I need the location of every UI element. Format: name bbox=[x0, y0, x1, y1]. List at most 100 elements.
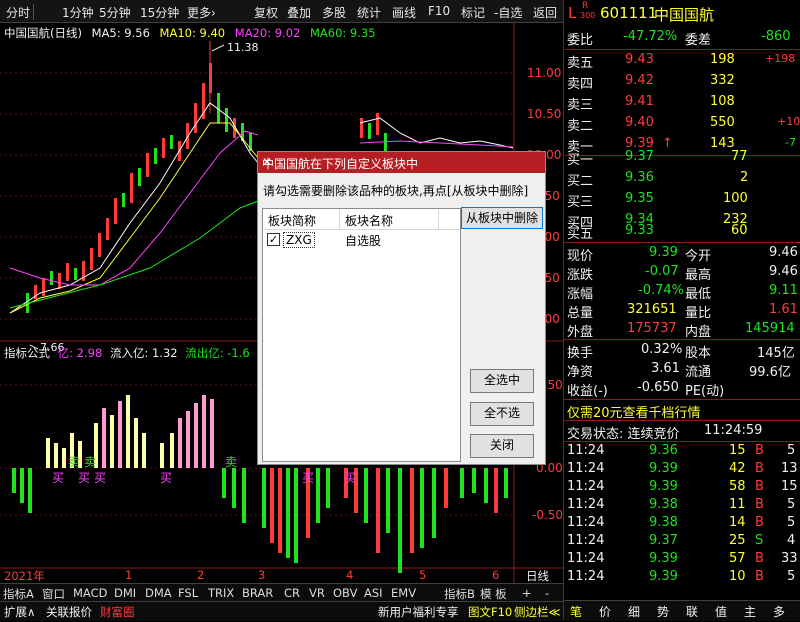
tab-trix[interactable]: TRIX bbox=[208, 586, 234, 600]
indicator-name[interactable]: 指标公式 bbox=[4, 346, 50, 360]
new-user-promo[interactable]: 新用户福利专享 bbox=[378, 604, 459, 622]
toolbar-mark[interactable]: 标记 bbox=[461, 4, 485, 21]
tab-asi[interactable]: ASI bbox=[364, 586, 383, 600]
sell-signal: 卖 bbox=[68, 455, 81, 469]
tab-multi[interactable]: 多 bbox=[773, 603, 785, 620]
ma10-value: MA10: 9.40 bbox=[159, 26, 226, 40]
tab-dma[interactable]: DMA bbox=[145, 586, 172, 600]
tick-direction: B bbox=[755, 497, 764, 512]
toolbar-f10[interactable]: F10 bbox=[428, 4, 450, 18]
sector-row[interactable]: ✓ ZXG 自选股 bbox=[263, 231, 460, 249]
tab-emv[interactable]: EMV bbox=[391, 586, 416, 600]
tab-vr[interactable]: VR bbox=[309, 586, 325, 600]
tab-obv[interactable]: OBV bbox=[333, 586, 357, 600]
tab-fsl[interactable]: FSL bbox=[178, 586, 198, 600]
toolbar-timeshare[interactable]: 分时 bbox=[6, 4, 30, 21]
toolbar-1min[interactable]: 1分钟 bbox=[62, 4, 94, 21]
tab-macd[interactable]: MACD bbox=[73, 586, 107, 600]
tab-minus[interactable]: - bbox=[545, 586, 549, 600]
tick-price: 9.39 bbox=[649, 479, 678, 494]
toolbar-more[interactable]: 更多› bbox=[187, 4, 216, 21]
tick-row: 11:24 9.37 25 S 4 bbox=[565, 532, 800, 551]
order-ratio-row: 委比 -47.72% 委差 -860 bbox=[565, 28, 800, 48]
tab-cr[interactable]: CR bbox=[284, 586, 300, 600]
tick-row: 11:24 9.38 11 B 5 bbox=[565, 496, 800, 515]
sector-name: 自选股 bbox=[345, 234, 382, 248]
tick-row: 11:24 9.39 58 B 15 bbox=[565, 478, 800, 497]
level-label: 卖四 bbox=[567, 77, 594, 92]
toolbar-adjust[interactable]: 复权 bbox=[254, 4, 278, 21]
stat-label: 总量 bbox=[567, 306, 594, 321]
stat-value: -0.74% bbox=[638, 283, 684, 298]
tick-volume: 10 bbox=[729, 569, 746, 584]
level2-promo[interactable]: 仅需20元查看千档行情 bbox=[564, 399, 800, 421]
toolbar-overlay[interactable]: 叠加 bbox=[287, 4, 311, 21]
dialog-titlebar[interactable]: 中国国航在下列自定义板块中 ✕ bbox=[258, 152, 545, 173]
tick-count: 4 bbox=[787, 533, 796, 548]
tab-price[interactable]: 价 bbox=[599, 603, 611, 620]
toolbar-5min[interactable]: 5分钟 bbox=[99, 4, 131, 21]
toolbar-15min[interactable]: 15分钟 bbox=[140, 4, 179, 21]
buy-signal: 买 bbox=[78, 471, 91, 485]
board-mark: 300 bbox=[580, 11, 596, 20]
month-label: 4 bbox=[346, 568, 354, 582]
month-label: 3 bbox=[258, 568, 266, 582]
expand-button[interactable]: 扩展∧ bbox=[4, 604, 35, 622]
remove-from-sector-button[interactable]: 从板块中删除 bbox=[461, 207, 543, 229]
level-price: 9.42 bbox=[625, 73, 654, 88]
stat-value: -0.650 bbox=[637, 380, 679, 395]
toolbar-watchlist[interactable]: -自选 bbox=[494, 4, 522, 21]
custom-sector-dialog: 中国国航在下列自定义板块中 ✕ 请勾选需要删除该品种的板块,再点[从板块中删除]… bbox=[257, 151, 546, 465]
tab-ticks[interactable]: 笔 bbox=[570, 603, 582, 620]
indicator-v1: 亿: 2.98 bbox=[57, 346, 103, 360]
close-button[interactable]: 关闭 bbox=[470, 434, 534, 458]
tab-value[interactable]: 值 bbox=[715, 603, 727, 620]
stat-row: 现价 9.39 今开 9.46 bbox=[565, 244, 800, 264]
column-header-code[interactable]: 板块简称 bbox=[268, 212, 316, 229]
select-none-button[interactable]: 全不选 bbox=[470, 402, 534, 426]
tab-trend[interactable]: 势 bbox=[657, 603, 669, 620]
tick-volume: 15 bbox=[729, 443, 746, 458]
sector-list[interactable]: 板块简称 板块名称 ✓ ZXG 自选股 bbox=[262, 208, 461, 462]
tab-dmi[interactable]: DMI bbox=[114, 586, 136, 600]
level-volume: 77 bbox=[731, 149, 748, 164]
tab-indicator-b[interactable]: 指标B bbox=[444, 586, 475, 602]
tab-detail[interactable]: 细 bbox=[628, 603, 640, 620]
sector-checkbox[interactable]: ✓ bbox=[267, 233, 280, 246]
tab-plus[interactable]: + bbox=[522, 586, 532, 600]
level-price: 9.40 bbox=[625, 115, 654, 130]
tab-template[interactable]: 模 板 bbox=[480, 586, 507, 602]
tab-main[interactable]: 主 bbox=[744, 603, 756, 620]
linked-quote-button[interactable]: 关联报价 bbox=[46, 604, 92, 622]
toolbar-stats[interactable]: 统计 bbox=[357, 4, 381, 21]
ma5-value: MA5: 9.56 bbox=[91, 26, 150, 40]
close-icon[interactable]: ✕ bbox=[262, 155, 539, 169]
tick-count: 5 bbox=[787, 515, 796, 530]
sidebar-toggle[interactable]: 侧边栏≪ bbox=[514, 604, 561, 622]
tab-brar[interactable]: BRAR bbox=[242, 586, 273, 600]
stat-value: 3.61 bbox=[651, 361, 680, 376]
tick-time: 11:24 bbox=[567, 569, 605, 584]
ma60-value: MA60: 9.35 bbox=[309, 26, 376, 40]
stat-row: 外盘 175737 内盘 145914 bbox=[565, 320, 800, 340]
order-diff-label: 委差 bbox=[685, 33, 712, 48]
column-header-name[interactable]: 板块名称 bbox=[345, 212, 393, 229]
tab-link[interactable]: 联 bbox=[686, 603, 698, 620]
period-label[interactable]: 日线 bbox=[526, 568, 549, 584]
toolbar-multi[interactable]: 多股 bbox=[322, 4, 346, 21]
tab-window[interactable]: 窗口 bbox=[42, 586, 65, 602]
r-mark: R bbox=[582, 1, 589, 11]
tick-direction: S bbox=[755, 533, 764, 548]
f10-button[interactable]: 图文F10 bbox=[468, 604, 512, 622]
toolbar-back[interactable]: 返回 bbox=[533, 4, 557, 21]
wealth-circle-button[interactable]: 财富圈 bbox=[100, 604, 135, 622]
select-all-button[interactable]: 全选中 bbox=[470, 369, 534, 393]
toolbar-draw[interactable]: 画线 bbox=[392, 4, 416, 21]
level2-promo-text[interactable]: 仅需20元查看千档行情 bbox=[567, 402, 701, 421]
order-ratio-value: -47.72% bbox=[623, 29, 678, 44]
company-stats: 换手 0.32% 股本 145亿 净资 3.61 流通 99.6亿 收益(-) … bbox=[565, 341, 800, 401]
stock-code: 601111 bbox=[600, 4, 658, 22]
tick-volume: 11 bbox=[729, 497, 746, 512]
tab-indicator-a[interactable]: 指标A bbox=[3, 586, 34, 602]
sector-code: ZXG bbox=[283, 232, 315, 248]
